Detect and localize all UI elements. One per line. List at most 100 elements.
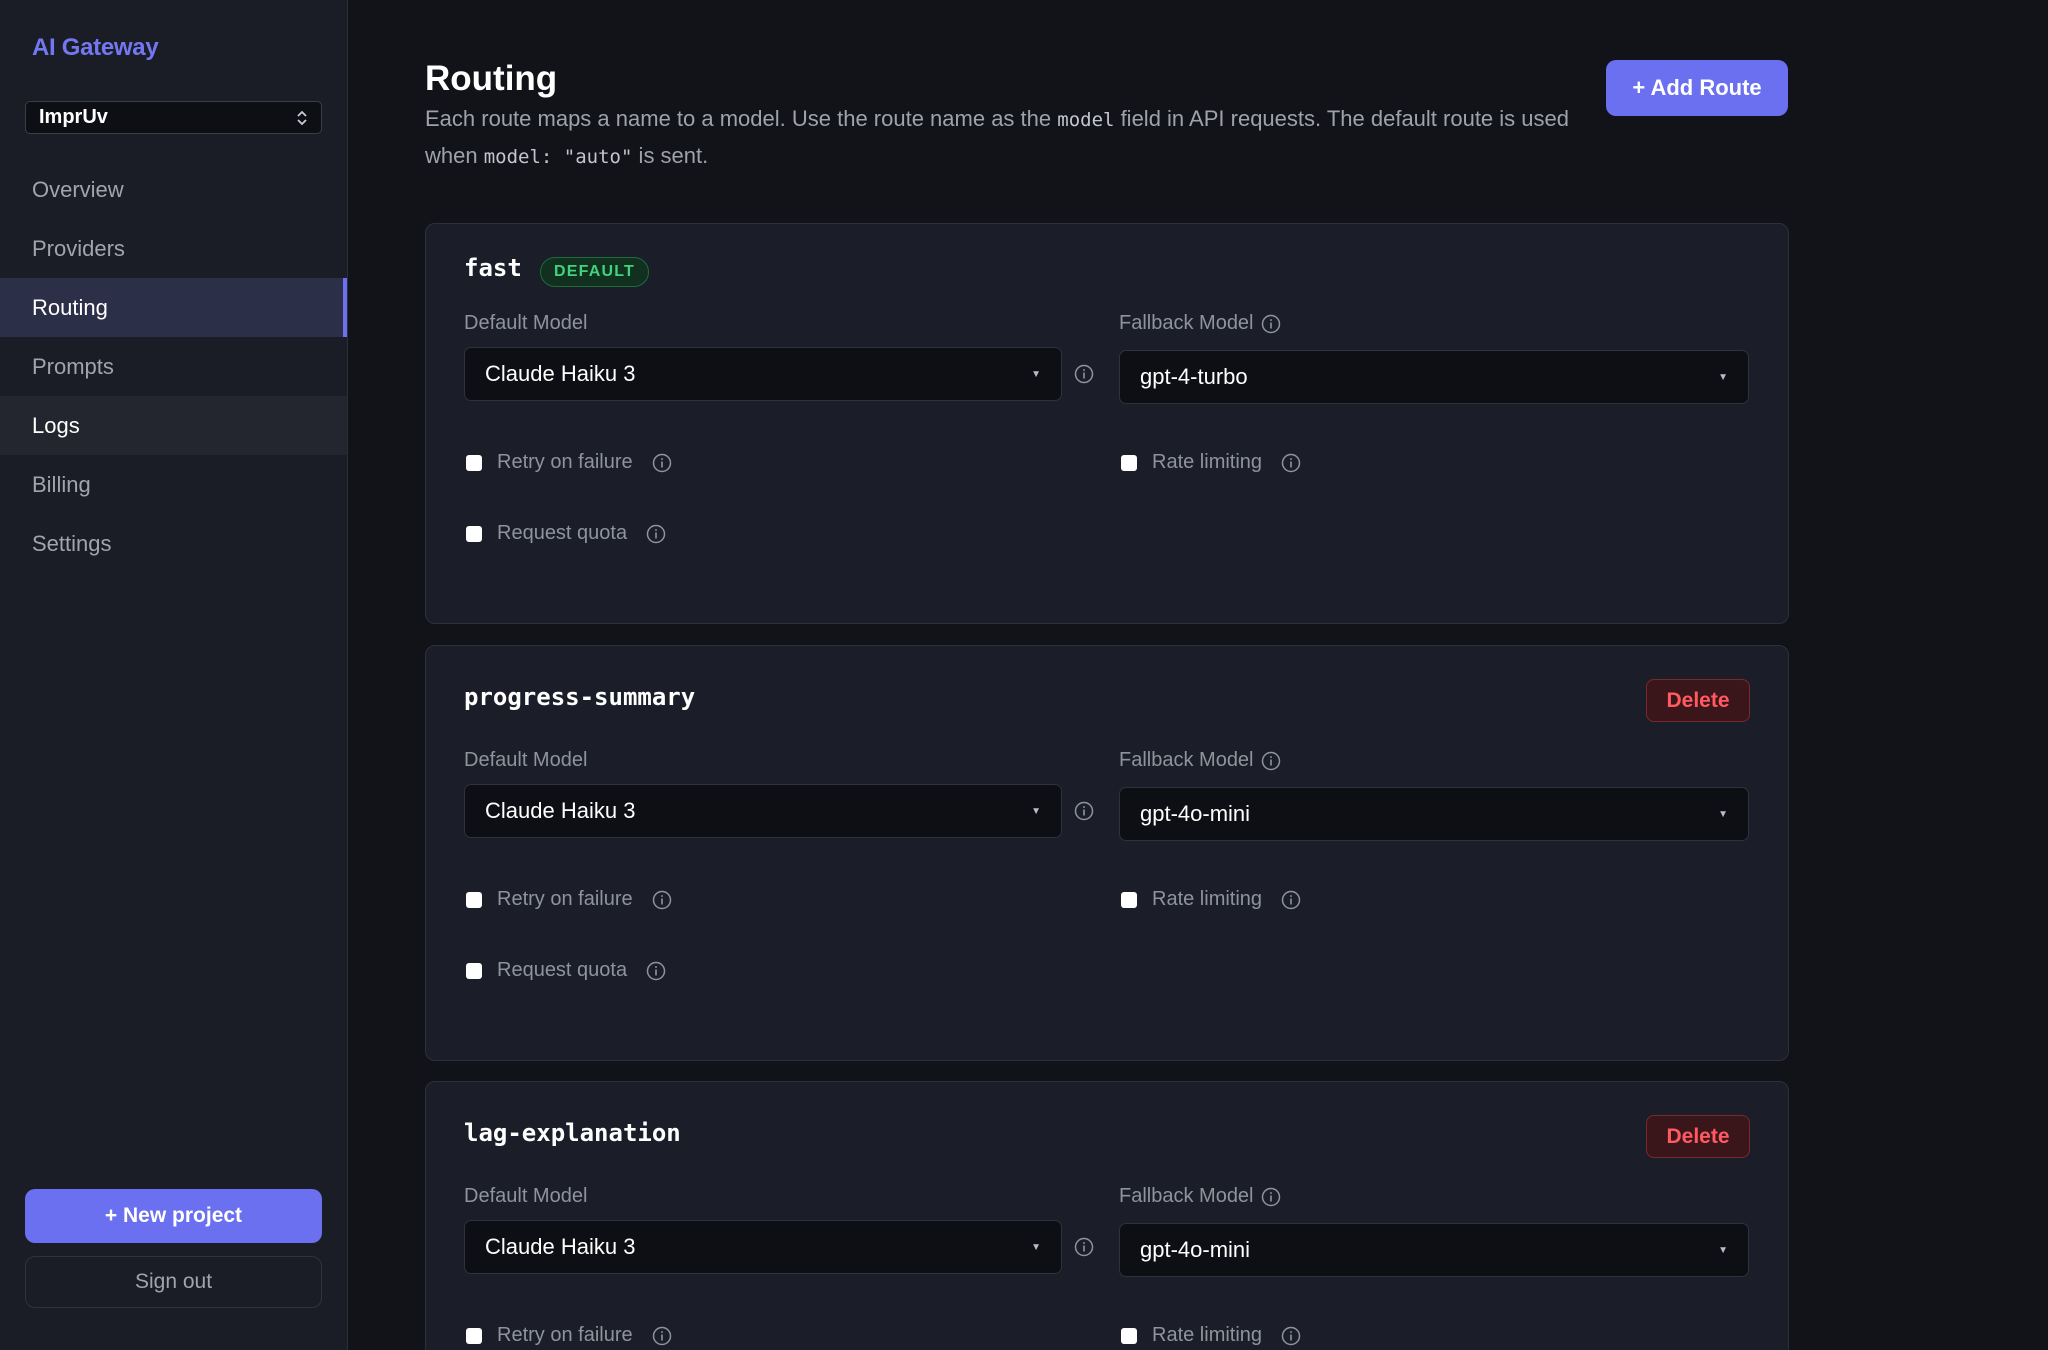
retry-label: Retry on failure — [497, 451, 633, 473]
default-model-label-text: Default Model — [464, 312, 588, 334]
rate-limiting-checkbox[interactable] — [1121, 891, 1137, 908]
retry-checkbox-row[interactable]: Retry on failure — [466, 1324, 672, 1347]
info-circle-icon[interactable] — [1074, 364, 1094, 384]
sidebar-item-prompts[interactable]: Prompts — [0, 337, 347, 396]
rate-limiting-checkbox-row[interactable]: Rate limiting — [1121, 1324, 1301, 1347]
info-circle-icon[interactable] — [652, 890, 672, 910]
page-description: Each route maps a name to a model. Use t… — [425, 101, 1595, 175]
default-model-value: Claude Haiku 3 — [485, 361, 636, 386]
caret-down-icon: ▼ — [1031, 805, 1041, 817]
desc-text: is sent. — [632, 143, 709, 168]
request-quota-checkbox[interactable] — [466, 525, 482, 542]
app-root: AI Gateway ImprUv Overview Providers Rou… — [0, 0, 2048, 1350]
request-quota-checkbox-row[interactable]: Request quota — [466, 959, 666, 982]
route-name: lag-explanation — [464, 1119, 681, 1147]
sidebar-item-routing[interactable]: Routing — [0, 278, 347, 337]
route-card: progress-summary Delete Default Model Cl… — [425, 645, 1789, 1061]
info-circle-icon[interactable] — [1281, 453, 1301, 473]
add-route-button[interactable]: + Add Route — [1606, 60, 1788, 116]
info-circle-icon[interactable] — [1074, 1237, 1094, 1257]
info-circle-icon[interactable] — [652, 453, 672, 473]
default-model-label-text: Default Model — [464, 749, 588, 771]
fallback-model-value: gpt-4o-mini — [1140, 801, 1251, 826]
delete-route-button[interactable]: Delete — [1646, 1115, 1750, 1158]
retry-checkbox-row[interactable]: Retry on failure — [466, 451, 672, 474]
brand-logo[interactable]: AI Gateway — [32, 34, 159, 62]
route-name: progress-summary — [464, 683, 696, 711]
caret-down-icon: ▼ — [1718, 371, 1728, 383]
fallback-model-label-text: Fallback Model — [1119, 749, 1254, 771]
default-model-label: Default Model — [464, 1185, 587, 1208]
fallback-model-label: Fallback Model — [1119, 1185, 1281, 1208]
default-model-label: Default Model — [464, 749, 587, 772]
info-circle-icon[interactable] — [1261, 1187, 1281, 1207]
desc-code-auto: model: "auto" — [483, 146, 633, 168]
info-circle-icon[interactable] — [1261, 314, 1281, 334]
main-content: Routing Each route maps a name to a mode… — [348, 0, 2048, 1350]
request-quota-checkbox-row[interactable]: Request quota — [466, 522, 666, 545]
rate-limiting-checkbox[interactable] — [1121, 1327, 1137, 1344]
retry-checkbox[interactable] — [466, 891, 482, 908]
sidebar-nav: Overview Providers Routing Prompts Logs … — [0, 160, 347, 573]
fallback-model-value: gpt-4o-mini — [1140, 1237, 1251, 1262]
fallback-model-label-text: Fallback Model — [1119, 1185, 1254, 1207]
default-model-value: Claude Haiku 3 — [485, 1234, 636, 1259]
default-badge: DEFAULT — [540, 257, 649, 287]
fallback-model-select[interactable]: gpt-4o-mini ▼ — [1119, 787, 1749, 841]
fallback-model-label: Fallback Model — [1119, 749, 1281, 772]
fallback-model-select[interactable]: gpt-4o-mini ▼ — [1119, 1223, 1749, 1277]
default-model-select[interactable]: Claude Haiku 3 ▼ — [464, 347, 1062, 401]
retry-label: Retry on failure — [497, 888, 633, 910]
default-model-select[interactable]: Claude Haiku 3 ▼ — [464, 784, 1062, 838]
caret-down-icon: ▼ — [1718, 808, 1728, 820]
fallback-model-label: Fallback Model — [1119, 312, 1281, 335]
info-circle-icon[interactable] — [1281, 890, 1301, 910]
caret-down-icon: ▼ — [1718, 1244, 1728, 1256]
desc-code-model: model — [1057, 109, 1115, 131]
rate-limiting-checkbox[interactable] — [1121, 454, 1137, 471]
fallback-model-select[interactable]: gpt-4-turbo ▼ — [1119, 350, 1749, 404]
rate-limiting-checkbox-row[interactable]: Rate limiting — [1121, 451, 1301, 474]
project-select[interactable]: ImprUv — [25, 101, 322, 134]
route-name: fast — [464, 254, 522, 282]
info-circle-icon[interactable] — [1074, 801, 1094, 821]
delete-route-button[interactable]: Delete — [1646, 679, 1750, 722]
sign-out-button[interactable]: Sign out — [25, 1256, 322, 1308]
sidebar-item-overview[interactable]: Overview — [0, 160, 347, 219]
route-card: fast DEFAULT Default Model Claude Haiku … — [425, 223, 1789, 624]
info-circle-icon[interactable] — [1261, 751, 1281, 771]
request-quota-label: Request quota — [497, 959, 628, 981]
default-model-value: Claude Haiku 3 — [485, 798, 636, 823]
sidebar-item-logs[interactable]: Logs — [0, 396, 347, 455]
retry-checkbox[interactable] — [466, 454, 482, 471]
fallback-model-value: gpt-4-turbo — [1140, 364, 1248, 389]
request-quota-label: Request quota — [497, 522, 628, 544]
info-circle-icon[interactable] — [652, 1326, 672, 1346]
sidebar-item-settings[interactable]: Settings — [0, 514, 347, 573]
caret-down-icon: ▼ — [1031, 1241, 1041, 1253]
route-card: lag-explanation Delete Default Model Cla… — [425, 1081, 1789, 1350]
rate-limiting-label: Rate limiting — [1152, 1324, 1263, 1346]
request-quota-checkbox[interactable] — [466, 962, 482, 979]
caret-down-icon: ▼ — [1031, 368, 1041, 380]
sidebar-item-billing[interactable]: Billing — [0, 455, 347, 514]
default-model-label-text: Default Model — [464, 1185, 588, 1207]
retry-label: Retry on failure — [497, 1324, 633, 1346]
rate-limiting-checkbox-row[interactable]: Rate limiting — [1121, 888, 1301, 911]
default-model-select[interactable]: Claude Haiku 3 ▼ — [464, 1220, 1062, 1274]
sidebar-item-providers[interactable]: Providers — [0, 219, 347, 278]
rate-limiting-label: Rate limiting — [1152, 888, 1263, 910]
retry-checkbox[interactable] — [466, 1327, 482, 1344]
rate-limiting-label: Rate limiting — [1152, 451, 1263, 473]
chevron-updown-icon — [296, 109, 308, 127]
retry-checkbox-row[interactable]: Retry on failure — [466, 888, 672, 911]
fallback-model-label-text: Fallback Model — [1119, 312, 1254, 334]
sidebar: AI Gateway ImprUv Overview Providers Rou… — [0, 0, 348, 1350]
info-circle-icon[interactable] — [1281, 1326, 1301, 1346]
new-project-button[interactable]: + New project — [25, 1189, 322, 1243]
desc-text: Each route maps a name to a model. Use t… — [425, 106, 1058, 131]
page-title: Routing — [425, 59, 558, 98]
info-circle-icon[interactable] — [646, 961, 666, 981]
project-select-value: ImprUv — [39, 106, 108, 128]
info-circle-icon[interactable] — [646, 524, 666, 544]
